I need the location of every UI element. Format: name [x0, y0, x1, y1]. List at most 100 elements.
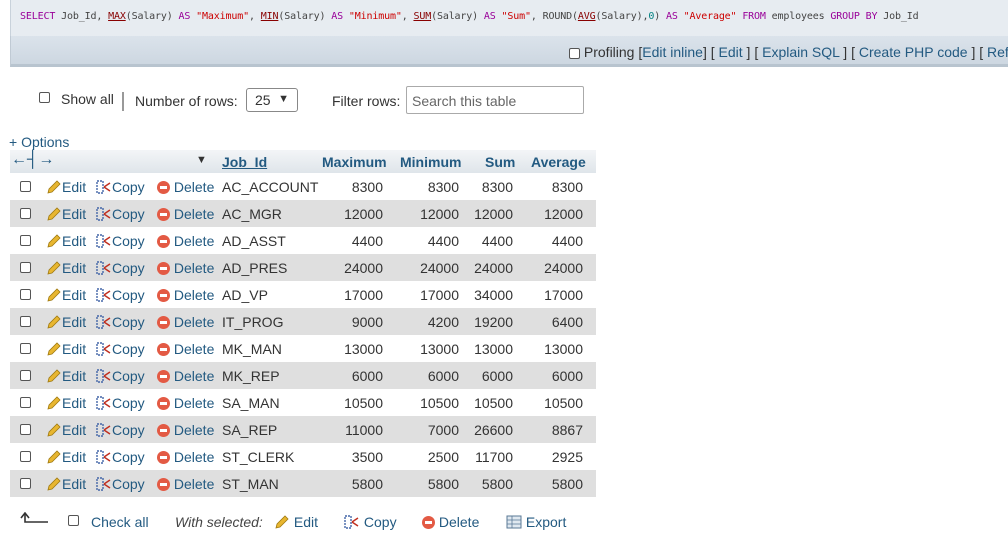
rows-label: Number of rows: — [135, 93, 238, 109]
row-copy-button[interactable]: Copy — [96, 206, 145, 222]
table-row: Edit Copy Delete MK_MAN 13000 13000 13000 1300… — [10, 335, 596, 362]
row-checkbox[interactable] — [20, 451, 31, 462]
row-edit-button[interactable]: Edit — [46, 314, 86, 330]
row-copy-button[interactable]: Copy — [96, 233, 145, 249]
pencil-icon — [47, 261, 61, 275]
row-checkbox[interactable] — [20, 478, 31, 489]
sql-token[interactable]: AVG — [578, 11, 596, 22]
row-checkbox[interactable] — [20, 424, 31, 435]
header-average[interactable]: Average — [531, 154, 586, 170]
row-edit-button[interactable]: Edit — [46, 179, 86, 195]
edit-inline-link[interactable]: Edit inline — [642, 44, 703, 60]
row-edit-button[interactable]: Edit — [46, 476, 86, 492]
delete-icon — [157, 370, 170, 383]
row-copy-label: Copy — [112, 206, 145, 222]
row-delete-button[interactable]: Delete — [157, 206, 214, 222]
row-checkbox[interactable] — [20, 397, 31, 408]
row-edit-button[interactable]: Edit — [46, 368, 86, 384]
filter-rows-input[interactable]: Search this table — [406, 86, 584, 114]
sql-token: "Average" — [683, 11, 737, 22]
cell-job-id: AC_ACCOUNT — [222, 179, 319, 195]
refresh-link[interactable]: Refresh — [987, 44, 1008, 60]
row-copy-button[interactable]: Copy — [96, 422, 145, 438]
show-all-checkbox[interactable] — [39, 92, 50, 103]
cell-value: 10500 — [544, 395, 583, 411]
row-delete-label: Delete — [173, 395, 215, 411]
header-sum[interactable]: Sum — [485, 154, 515, 170]
sql-token: "Maximum" — [196, 11, 250, 22]
row-edit-button[interactable]: Edit — [46, 287, 86, 303]
row-delete-button[interactable]: Delete — [157, 368, 214, 384]
row-copy-button[interactable]: Copy — [96, 368, 145, 384]
row-copy-button[interactable]: Copy — [96, 260, 145, 276]
sql-token[interactable]: MIN — [261, 11, 279, 22]
row-edit-button[interactable]: Edit — [46, 449, 86, 465]
table-row: Edit Copy Delete MK_REP 6000 6000 6000 6000 — [10, 362, 596, 389]
row-copy-button[interactable]: Copy — [96, 449, 145, 465]
sql-token: , — [401, 11, 414, 22]
bulk-copy-button[interactable]: Copy — [344, 514, 397, 530]
row-edit-button[interactable]: Edit — [46, 341, 86, 357]
header-job-id[interactable]: Job_Id — [222, 154, 267, 170]
row-delete-button[interactable]: Delete — [157, 341, 214, 357]
explain-sql-link[interactable]: Explain SQL — [762, 44, 839, 60]
row-checkbox[interactable] — [20, 181, 31, 192]
row-delete-button[interactable]: Delete — [157, 179, 214, 195]
header-minimum[interactable]: Minimum — [400, 154, 461, 170]
row-edit-button[interactable]: Edit — [46, 233, 86, 249]
row-edit-button[interactable]: Edit — [46, 206, 86, 222]
row-delete-button[interactable]: Delete — [157, 260, 214, 276]
column-resize-arrows-icon[interactable]: ←┤→ — [11, 151, 54, 169]
cell-value: 10500 — [474, 395, 513, 411]
row-copy-button[interactable]: Copy — [96, 341, 145, 357]
bulk-delete-label: Delete — [438, 514, 480, 530]
row-delete-label: Delete — [173, 179, 215, 195]
check-all-checkbox[interactable] — [68, 515, 79, 526]
row-edit-button[interactable]: Edit — [46, 395, 86, 411]
row-checkbox[interactable] — [20, 208, 31, 219]
bulk-export-button[interactable]: Export — [506, 514, 566, 530]
row-copy-button[interactable]: Copy — [96, 179, 145, 195]
row-checkbox[interactable] — [20, 235, 31, 246]
copy-icon — [96, 450, 111, 464]
create-php-code-link[interactable]: Create PHP code — [859, 44, 968, 60]
edit-query-link[interactable]: Edit — [719, 44, 743, 60]
header-maximum[interactable]: Maximum — [322, 154, 387, 170]
row-delete-button[interactable]: Delete — [157, 287, 214, 303]
sql-token[interactable]: SUM — [413, 11, 431, 22]
row-delete-button[interactable]: Delete — [157, 395, 214, 411]
row-delete-button[interactable]: Delete — [157, 314, 214, 330]
row-delete-button[interactable]: Delete — [157, 233, 214, 249]
row-edit-label: Edit — [62, 260, 87, 276]
check-all-label[interactable]: Check all — [91, 514, 149, 530]
row-copy-button[interactable]: Copy — [96, 314, 145, 330]
rows-per-page-select[interactable]: 25 ▼ — [246, 88, 298, 112]
row-delete-button[interactable]: Delete — [157, 449, 214, 465]
row-delete-button[interactable]: Delete — [157, 422, 214, 438]
sql-token[interactable]: MAX — [108, 11, 126, 22]
row-copy-label: Copy — [112, 287, 145, 303]
row-checkbox[interactable] — [20, 316, 31, 327]
row-checkbox[interactable] — [20, 289, 31, 300]
cell-value: 6000 — [481, 368, 513, 384]
options-toggle[interactable]: + Options — [9, 134, 69, 150]
row-copy-button[interactable]: Copy — [96, 395, 145, 411]
row-checkbox[interactable] — [20, 370, 31, 381]
row-edit-button[interactable]: Edit — [46, 260, 86, 276]
cell-value: 4400 — [551, 233, 583, 249]
bulk-edit-button[interactable]: Edit — [274, 514, 318, 530]
bulk-delete-button[interactable]: Delete — [422, 514, 479, 530]
row-edit-button[interactable]: Edit — [46, 422, 86, 438]
row-copy-button[interactable]: Copy — [96, 476, 145, 492]
row-delete-button[interactable]: Delete — [157, 476, 214, 492]
cell-value: 17000 — [420, 287, 459, 303]
cell-value: 26600 — [474, 422, 513, 438]
row-copy-label: Copy — [112, 314, 145, 330]
delete-icon — [157, 343, 170, 356]
row-checkbox[interactable] — [20, 343, 31, 354]
cell-value: 13000 — [544, 341, 583, 357]
row-copy-button[interactable]: Copy — [96, 287, 145, 303]
row-checkbox[interactable] — [20, 262, 31, 273]
profiling-checkbox[interactable] — [569, 47, 580, 59]
sort-down-icon[interactable]: ▼ — [196, 154, 207, 166]
